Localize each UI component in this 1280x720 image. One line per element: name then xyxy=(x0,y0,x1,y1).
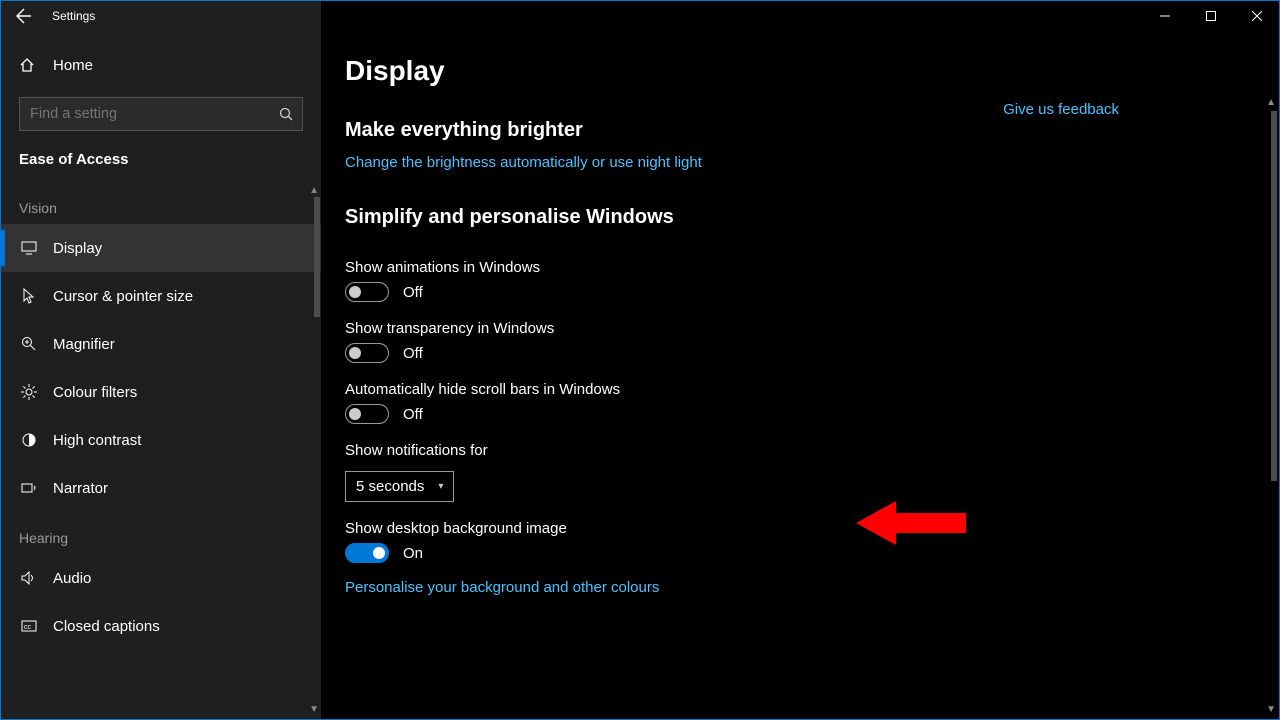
transparency-state: Off xyxy=(403,345,423,362)
scrollbars-toggle[interactable] xyxy=(345,404,389,424)
sidebar-scroll-down[interactable]: ▼ xyxy=(309,704,319,715)
sidebar-item-audio[interactable]: Audio xyxy=(1,554,321,602)
home-icon xyxy=(19,57,39,73)
window-title: Settings xyxy=(48,9,95,23)
titlebar: Settings xyxy=(0,0,1280,32)
scrollbars-label: Automatically hide scroll bars in Window… xyxy=(345,363,1255,404)
animations-toggle[interactable] xyxy=(345,282,389,302)
narrator-icon xyxy=(19,481,39,495)
minimize-icon xyxy=(1160,11,1170,21)
sidebar-scrollbar[interactable] xyxy=(314,197,320,317)
svg-text:cc: cc xyxy=(24,624,32,631)
personalise-link[interactable]: Personalise your background and other co… xyxy=(345,579,659,596)
sidebar-scroll-up[interactable]: ▲ xyxy=(309,185,319,196)
desktopbg-toggle[interactable] xyxy=(345,543,389,563)
maximize-button[interactable] xyxy=(1188,0,1234,32)
search-input[interactable] xyxy=(19,97,303,131)
sidebar-item-colour-filters[interactable]: Colour filters xyxy=(1,368,321,416)
main-scroll-down[interactable]: ▼ xyxy=(1266,704,1276,715)
desktopbg-label: Show desktop background image xyxy=(345,502,1255,543)
sidebar-item-label: Closed captions xyxy=(53,618,160,635)
home-nav[interactable]: Home xyxy=(1,41,321,89)
chevron-down-icon: ▾ xyxy=(438,481,443,492)
notifications-dropdown[interactable]: 5 seconds ▾ xyxy=(345,471,454,502)
back-arrow-icon xyxy=(16,8,32,24)
minimize-button[interactable] xyxy=(1142,0,1188,32)
animations-label: Show animations in Windows xyxy=(345,241,1255,282)
main-scroll-up[interactable]: ▲ xyxy=(1266,97,1276,108)
captions-icon: cc xyxy=(19,620,39,632)
sidebar-item-display[interactable]: Display xyxy=(1,224,321,272)
back-button[interactable] xyxy=(0,0,48,32)
contrast-icon xyxy=(19,432,39,448)
speaker-icon xyxy=(19,571,39,585)
notifications-label: Show notifications for xyxy=(345,424,1255,465)
cursor-icon xyxy=(19,288,39,304)
sidebar-item-label: Audio xyxy=(53,570,91,587)
desktopbg-state: On xyxy=(403,545,423,562)
sidebar-item-closed-captions[interactable]: cc Closed captions xyxy=(1,602,321,650)
group-hearing: Hearing xyxy=(1,512,321,554)
sidebar-item-label: Magnifier xyxy=(53,336,115,353)
group-vision: Vision xyxy=(1,182,321,224)
transparency-label: Show transparency in Windows xyxy=(345,302,1255,343)
sidebar-item-label: Colour filters xyxy=(53,384,137,401)
sidebar-item-cursor[interactable]: Cursor & pointer size xyxy=(1,272,321,320)
category-label: Ease of Access xyxy=(1,145,321,182)
maximize-icon xyxy=(1206,11,1216,21)
brightness-icon xyxy=(19,384,39,400)
sidebar: Home Ease of Access Vision Display xyxy=(1,1,321,719)
sidebar-item-label: Display xyxy=(53,240,102,257)
sidebar-item-high-contrast[interactable]: High contrast xyxy=(1,416,321,464)
feedback-link[interactable]: Give us feedback xyxy=(1003,101,1119,118)
home-label: Home xyxy=(53,57,93,74)
main-content: Display Give us feedback Make everything… xyxy=(321,1,1279,719)
scrollbars-state: Off xyxy=(403,406,423,423)
transparency-toggle[interactable] xyxy=(345,343,389,363)
sidebar-item-magnifier[interactable]: Magnifier xyxy=(1,320,321,368)
close-button[interactable] xyxy=(1234,0,1280,32)
main-scrollbar[interactable] xyxy=(1271,111,1277,481)
sidebar-item-label: Narrator xyxy=(53,480,108,497)
search-icon xyxy=(279,107,293,121)
brightness-link[interactable]: Change the brightness automatically or u… xyxy=(345,154,702,171)
monitor-icon xyxy=(19,241,39,255)
sidebar-item-label: Cursor & pointer size xyxy=(53,288,193,305)
sidebar-item-narrator[interactable]: Narrator xyxy=(1,464,321,512)
section-simplify-title: Simplify and personalise Windows xyxy=(345,198,1255,241)
animations-state: Off xyxy=(403,284,423,301)
sidebar-item-label: High contrast xyxy=(53,432,141,449)
close-icon xyxy=(1252,11,1262,21)
notifications-value: 5 seconds xyxy=(356,478,424,495)
magnifier-icon xyxy=(19,336,39,352)
